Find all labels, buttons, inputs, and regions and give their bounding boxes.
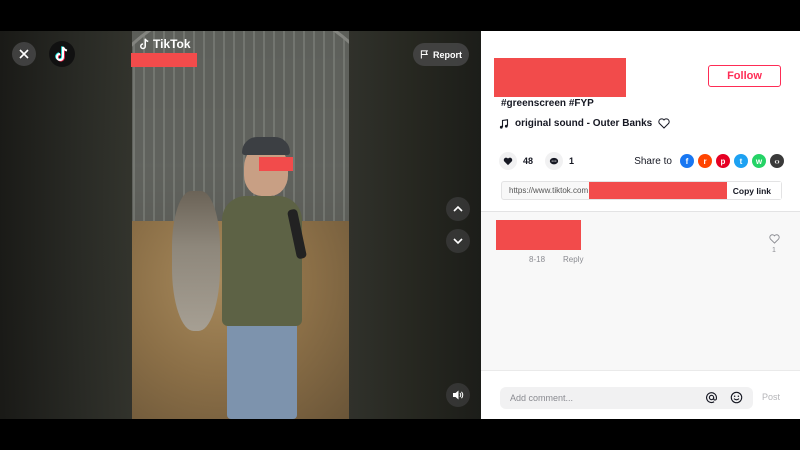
copy-link-button[interactable]: Copy link xyxy=(721,182,781,199)
comment-like-button[interactable] xyxy=(767,234,781,247)
like-count: 48 xyxy=(523,156,534,166)
letterbox-top xyxy=(0,0,800,31)
letterbox-bottom xyxy=(0,419,800,450)
previous-video-button[interactable] xyxy=(446,197,470,221)
share-link-url[interactable]: https://www.tiktok.com xyxy=(502,186,588,195)
chevron-up-icon xyxy=(453,205,463,212)
redaction-link xyxy=(589,182,727,199)
tiktok-logo[interactable] xyxy=(49,41,75,67)
comment-meta: 8-18 Reply xyxy=(529,255,583,264)
chevron-down-icon xyxy=(453,238,463,245)
heart-icon xyxy=(503,157,513,165)
music-note-icon xyxy=(499,118,509,129)
stats-row: 48 1 Share to f r p t w ‹› xyxy=(499,151,784,171)
close-button[interactable] xyxy=(12,42,36,66)
like-button[interactable] xyxy=(499,152,517,170)
comment-input[interactable]: Add comment... xyxy=(500,387,753,409)
sound-row[interactable]: original sound - Outer Banks xyxy=(499,118,670,129)
twitter-icon[interactable]: t xyxy=(734,154,748,168)
report-button[interactable]: Report xyxy=(413,43,469,66)
raccoon xyxy=(172,191,220,331)
follow-button[interactable]: Follow xyxy=(708,65,781,87)
redaction-author xyxy=(494,58,626,97)
redaction-face xyxy=(259,157,293,171)
volume-button[interactable] xyxy=(446,383,470,407)
mention-button[interactable] xyxy=(704,390,719,405)
tiktok-watermark: TikTok xyxy=(139,37,191,51)
redaction-commenter xyxy=(496,220,581,250)
emoji-button[interactable] xyxy=(729,390,744,405)
report-label: Report xyxy=(433,49,462,60)
comment-like-count: 1 xyxy=(772,247,776,254)
person-legs xyxy=(227,316,297,419)
video-frame[interactable] xyxy=(132,31,349,419)
video-player[interactable] xyxy=(0,31,481,419)
post-caption[interactable]: #greenscreen #FYP xyxy=(501,98,594,109)
heart-outline-icon xyxy=(768,234,780,244)
comment-count: 1 xyxy=(569,156,575,166)
close-icon xyxy=(19,49,29,59)
flag-icon xyxy=(420,50,429,59)
comment-placeholder: Add comment... xyxy=(510,393,574,403)
video-blur-right xyxy=(349,31,481,419)
speaker-icon xyxy=(453,390,464,400)
pinterest-icon[interactable]: p xyxy=(716,154,730,168)
next-video-button[interactable] xyxy=(446,229,470,253)
redaction-username-watermark xyxy=(131,53,197,67)
sound-name[interactable]: original sound - Outer Banks xyxy=(515,118,652,129)
tiktok-note-icon xyxy=(140,38,149,50)
reply-button[interactable]: Reply xyxy=(563,255,583,264)
whatsapp-icon[interactable]: w xyxy=(752,154,766,168)
share-label: Share to xyxy=(634,155,672,167)
person-cap xyxy=(242,137,290,155)
smiley-icon xyxy=(730,391,743,404)
comment-button[interactable] xyxy=(545,152,564,170)
heart-outline-icon[interactable] xyxy=(658,118,670,129)
watermark-text: TikTok xyxy=(153,37,191,51)
tiktok-note-icon xyxy=(55,46,68,62)
embed-icon[interactable]: ‹› xyxy=(770,154,784,168)
reddit-icon[interactable]: r xyxy=(698,154,712,168)
post-details-panel: Follow #greenscreen #FYP original sound … xyxy=(481,31,800,419)
post-comment-button[interactable]: Post xyxy=(762,392,780,402)
comment-date: 8-18 xyxy=(529,255,546,264)
comment-composer: Add comment... Post xyxy=(481,370,800,419)
facebook-icon[interactable]: f xyxy=(680,154,694,168)
comment-icon xyxy=(549,157,559,164)
video-blur-left xyxy=(0,31,132,419)
at-sign-icon xyxy=(706,392,717,403)
